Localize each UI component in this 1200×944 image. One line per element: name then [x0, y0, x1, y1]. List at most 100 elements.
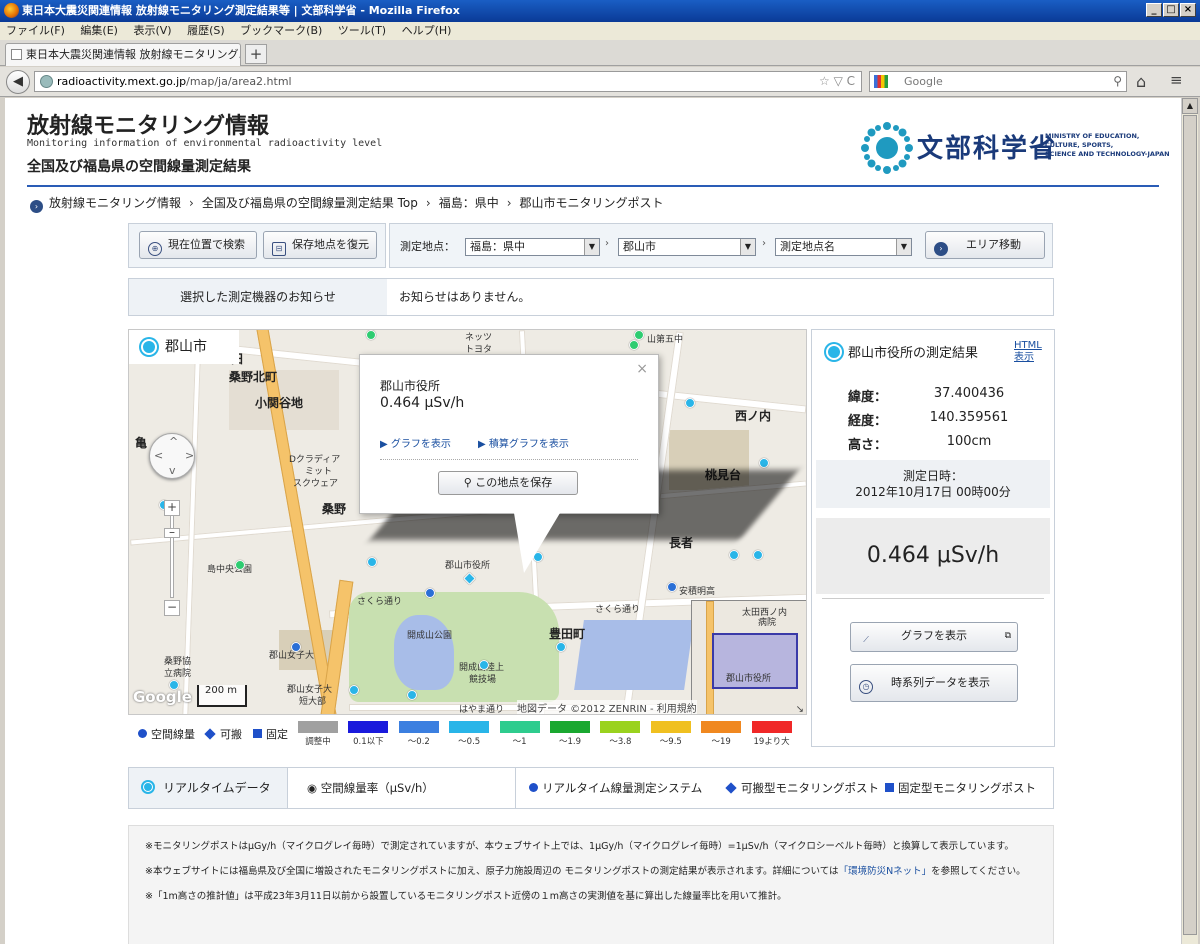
map-label: 桑野 — [322, 502, 347, 516]
map-marker[interactable] — [349, 685, 359, 695]
menu-tools[interactable]: ツール(T) — [338, 22, 386, 40]
point-selector-toolbar: 測定地点： 福島：県中 ▼ › 郡山市 ▼ › 測定地点名 ▼ › エリア移動 — [389, 223, 1053, 268]
chevron-down-icon: ▼ — [584, 239, 599, 255]
bookmark-star-icon[interactable]: ☆ ▽ C — [819, 72, 855, 91]
map-marker[interactable] — [629, 340, 639, 350]
menu-file[interactable]: ファイル(F) — [6, 22, 65, 40]
breadcrumb-item[interactable]: 全国及び福島県の空間線量測定結果 Top — [202, 196, 418, 210]
popup-graph-link[interactable]: ▶ グラフを表示 — [380, 435, 451, 450]
page-heading: 全国及び福島県の空間線量測定結果 — [27, 159, 251, 175]
pan-up-icon[interactable]: ^ — [169, 435, 178, 448]
scroll-up-button[interactable]: ▲ — [1182, 98, 1198, 114]
site-title: 放射線モニタリング情報 — [27, 114, 270, 139]
maximize-button[interactable]: □ — [1163, 3, 1179, 17]
map-marker[interactable] — [634, 330, 644, 340]
arrow-right-icon: › — [934, 242, 948, 256]
longitude-label: 経度： — [848, 414, 888, 429]
clock-icon: ◷ — [859, 680, 873, 694]
map-marker[interactable] — [479, 660, 489, 670]
browser-tab[interactable]: 東日本大震災関連情報 放射線モニタリング... — [5, 43, 241, 66]
point-label: 測定地点： — [400, 240, 455, 253]
square-icon — [253, 729, 262, 738]
tab-realtime[interactable]: リアルタイムデータ — [129, 768, 287, 808]
vertical-scrollbar[interactable]: ▲ — [1181, 98, 1198, 944]
zoom-out-button[interactable]: − — [164, 600, 180, 616]
html-view-link[interactable]: HTML表示 — [1014, 340, 1048, 364]
save-point-button[interactable]: ⚲ この地点を保存 — [438, 471, 578, 495]
overview-label: 病院 — [758, 618, 777, 628]
back-button[interactable]: ◀ — [6, 70, 30, 94]
menu-edit[interactable]: 編集(E) — [80, 22, 118, 40]
map-marker[interactable] — [235, 560, 245, 570]
new-tab-button[interactable]: + — [245, 44, 267, 64]
menu-bookmarks[interactable]: ブックマーク(B) — [240, 22, 322, 40]
map-marker[interactable] — [667, 582, 677, 592]
show-graph-button[interactable]: ⟋ グラフを表示 ⧉ — [850, 622, 1018, 652]
breadcrumb-item[interactable]: 放射線モニタリング情報 — [49, 196, 181, 210]
overview-toggle-icon[interactable]: ↘ — [796, 704, 804, 714]
zoom-handle[interactable]: – — [164, 526, 180, 538]
zoom-slider[interactable] — [170, 502, 174, 598]
menu-icon[interactable]: ≡ — [1170, 71, 1183, 89]
show-timeseries-button[interactable]: ◷ 時系列データを表示 — [850, 664, 1018, 702]
point-select[interactable]: 測定地点名 ▼ — [775, 238, 912, 256]
portable-post-legend: 可搬型モニタリングポスト — [725, 780, 879, 796]
map-marker[interactable] — [407, 690, 417, 700]
overview-map[interactable]: 太田西ノ内 病院 郡山市役所 ↘ — [691, 600, 806, 714]
menu-history[interactable]: 履歴(S) — [187, 22, 225, 40]
close-icon[interactable]: × — [636, 361, 648, 377]
tab-realtime-label: リアルタイムデータ — [163, 781, 271, 795]
close-window-button[interactable]: × — [1180, 3, 1196, 17]
line-chart-icon: ⟋ — [863, 635, 869, 644]
portable-post-label: 可搬型モニタリングポスト — [741, 781, 879, 795]
environment-net-link[interactable]: 「環境防災Nネット」 — [839, 866, 932, 877]
realtime-system-label: リアルタイム線量測定システム — [542, 781, 703, 795]
zoom-in-button[interactable]: + — [164, 500, 180, 516]
pan-control[interactable]: ^ v < > — [149, 433, 195, 479]
map-marker[interactable] — [753, 550, 763, 560]
dose-rate-radio[interactable]: ◉ 空間線量率（μSv/h） — [307, 780, 434, 796]
map-marker[interactable] — [685, 398, 695, 408]
legend-swatch-label: 〜0.2 — [407, 737, 430, 747]
popup-cum-graph-link[interactable]: ▶ 積算グラフを表示 — [478, 435, 569, 450]
city-select[interactable]: 郡山市 ▼ — [618, 238, 756, 256]
info-popup: × 郡山市役所 0.464 μSv/h ▶ グラフを表示 ▶ 積算グラフを表示 … — [359, 354, 659, 514]
google-icon[interactable] — [874, 75, 888, 88]
menu-help[interactable]: ヘルプ(H) — [402, 22, 452, 40]
breadcrumb-item[interactable]: 福島：県中 — [439, 196, 499, 210]
pan-right-icon[interactable]: > — [185, 449, 194, 462]
menu-view[interactable]: 表示(V) — [133, 22, 171, 40]
address-bar[interactable]: radioactivity.mext.go.jp/map/ja/area2.ht… — [34, 71, 862, 92]
map-marker[interactable] — [729, 550, 739, 560]
selected-marker[interactable] — [463, 572, 476, 585]
map-label: 山第五中 — [647, 335, 684, 345]
map-marker[interactable] — [556, 642, 566, 652]
map-marker[interactable] — [367, 557, 377, 567]
map-marker[interactable] — [759, 458, 769, 468]
current-location-button[interactable]: ⊕ 現在位置で検索 — [139, 231, 257, 259]
point-select-value: 測定地点名 — [780, 240, 835, 253]
ministry-en-line1: MINISTRY OF EDUCATION, — [1045, 132, 1140, 140]
tab-title: 東日本大震災関連情報 放射線モニタリング... — [26, 48, 241, 61]
pan-down-icon[interactable]: v — [169, 464, 176, 477]
header-divider — [27, 185, 1159, 187]
search-bar[interactable]: Google ⚲ — [869, 71, 1127, 92]
area-move-button[interactable]: › エリア移動 — [925, 231, 1045, 259]
map-marker[interactable] — [291, 642, 301, 652]
legend-swatch-label: 19より大 — [753, 737, 790, 747]
map-label: さくら通り — [595, 605, 641, 615]
map-marker[interactable] — [366, 330, 376, 340]
restore-saved-button[interactable]: ⊟ 保存地点を復元 — [263, 231, 377, 259]
area-select[interactable]: 福島：県中 ▼ — [465, 238, 600, 256]
search-icon[interactable]: ⚲ — [1113, 72, 1122, 91]
result-title: 郡山市役所の測定結果 — [848, 346, 979, 361]
minimize-button[interactable]: _ — [1146, 3, 1162, 17]
map-marker[interactable] — [425, 588, 435, 598]
globe-icon — [40, 75, 53, 88]
scroll-thumb[interactable] — [1183, 115, 1197, 935]
home-icon[interactable]: ⌂ — [1136, 72, 1146, 91]
map-copyright[interactable]: 地図データ ©2012 ZENRIN - 利用規約 — [517, 700, 697, 714]
map[interactable]: 田 桑野北町 小関谷地 亀 桑野 西ノ内 桃見台 長者 豊田町 開成山公園 さく… — [128, 329, 807, 715]
popup-value: 0.464 μSv/h — [380, 395, 465, 411]
pan-left-icon[interactable]: < — [154, 449, 163, 462]
